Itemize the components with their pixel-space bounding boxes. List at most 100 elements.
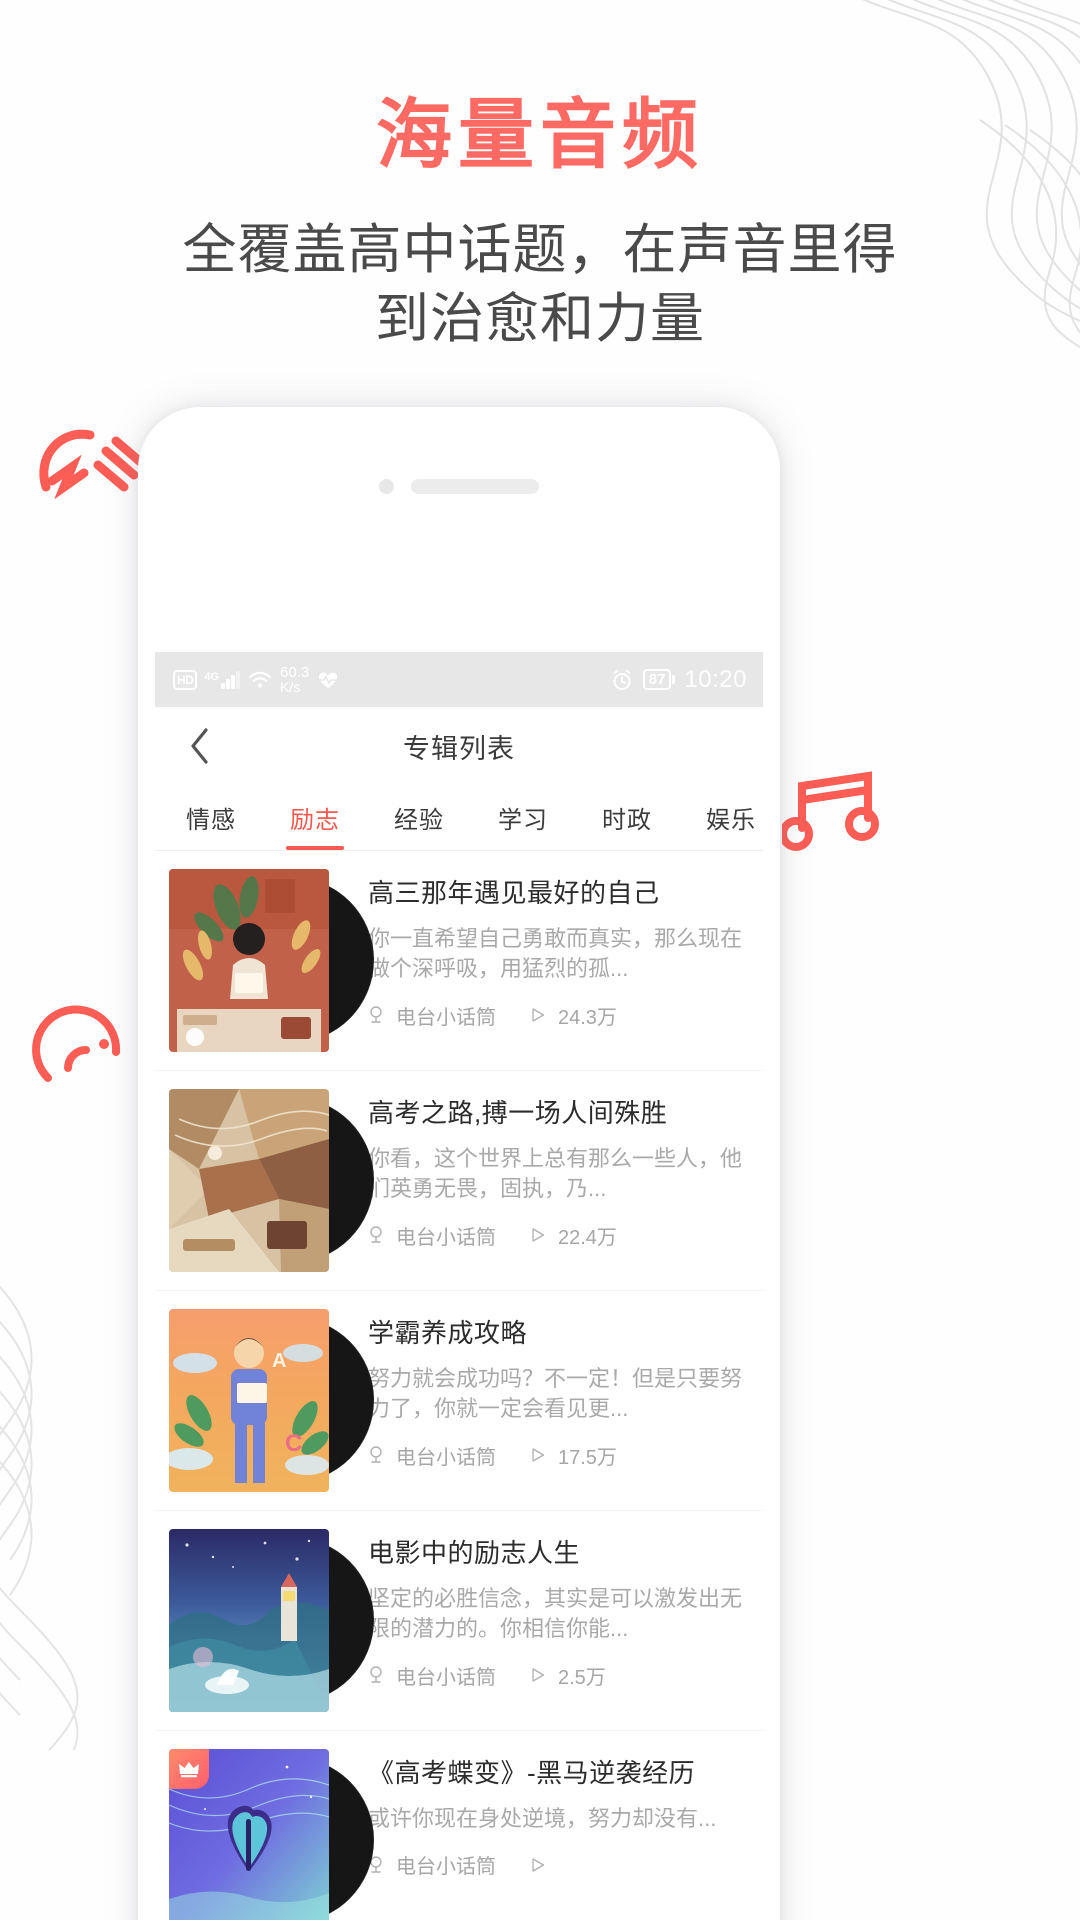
author-name: 电台小话筒 [396,1006,496,1029]
vip-badge [169,1749,209,1789]
alarm-clock-icon [613,669,631,690]
album-cover-wrap [169,1529,374,1712]
play-triangle-icon [532,1448,545,1462]
phone-screen: HD 4G 60.3 K/s 87 10:20 专辑列表 情感 励志 经验 学习… [155,652,763,1920]
album-cover-wrap [169,869,374,1052]
list-item[interactable]: 高三那年遇见最好的自己 你一直希望自己勇敢而真实，那么现在做个深呼吸，用猛烈的孤… [155,851,763,1071]
play-count: 2.5万 [558,1666,606,1689]
tab-qinggan[interactable]: 情感 [159,785,263,850]
album-cover-wrap [169,1749,374,1920]
album-meta: 高三那年遇见最好的自己 你一直希望自己勇敢而真实，那么现在做个深呼吸，用猛烈的孤… [368,869,745,1052]
tab-yule[interactable]: 娱乐 [679,785,763,850]
album-author: 电台小话筒 [368,1661,496,1690]
album-footer: 电台小话筒 24.3万 [368,1001,745,1030]
list-item[interactable]: 高考之路,搏一场人间殊胜 你看，这个世界上总有那么一些人，他们英勇无畏，固执，乃… [155,1071,763,1291]
album-author: 电台小话筒 [368,1441,496,1470]
play-triangle-icon [532,1668,545,1682]
nav-bar: 专辑列表 [155,707,763,785]
cover-art-night-lighthouse-blue [169,1529,329,1712]
cover-art-student-orange-sky: A C [169,1309,329,1492]
album-description: 你看，这个世界上总有那么一些人，他们英勇无畏，固执，乃... [368,1146,743,1202]
album-plays: 17.5万 [530,1441,617,1470]
subtitle-line-2: 到治愈和力量 [375,289,705,350]
cover-art-abstract-brown-collage [169,1089,329,1272]
album-cover-image: A C [169,1309,329,1492]
album-description: 努力就会成功吗？不一定！但是只要努力了，你就一定会看见更... [368,1366,743,1422]
play-triangle-icon [532,1228,545,1242]
battery-tip [672,675,676,684]
front-camera-dot [379,479,394,494]
promo-page: 海量音频 全覆盖高中话题，在声音里得 到治愈和力量 HD 4G 60.3 K/s… [0,0,1080,1920]
album-footer: 电台小话筒 2.5万 [368,1661,745,1690]
category-tabs[interactable]: 情感 励志 经验 学习 时政 娱乐 [155,785,763,851]
list-item[interactable]: 电影中的励志人生 坚定的必胜信念，其实是可以激发出无限的潜力的。你相信你能...… [155,1511,763,1731]
album-author: 电台小话筒 [368,1221,496,1250]
tab-lizhi[interactable]: 励志 [263,785,367,850]
battery-indicator: 87 [642,669,676,690]
microphone-icon [370,1006,382,1023]
nav-title: 专辑列表 [403,733,515,764]
album-author: 电台小话筒 [368,1001,496,1030]
album-title: 高三那年遇见最好的自己 [368,878,660,908]
list-item[interactable]: A C 学霸养成攻略 努力就会成功吗？不一定！但是只要努力了，你就一定会看见更.… [155,1291,763,1511]
microphone-icon [370,1666,382,1683]
status-bar-clock: 10:20 [684,665,747,693]
author-name: 电台小话筒 [396,1226,496,1249]
album-description: 或许你现在身处逆境，努力却没有... [368,1806,717,1831]
play-triangle-icon [532,1858,545,1872]
list-item[interactable]: 《高考蝶变》-黑马逆袭经历 或许你现在身处逆境，努力却没有... 电台小话筒 [155,1731,763,1920]
wifi-icon [248,671,272,687]
tab-label: 娱乐 [706,807,756,834]
album-footer: 电台小话筒 22.4万 [368,1221,745,1250]
chevron-left-icon [191,728,208,764]
earpiece-speaker [411,479,539,494]
album-cover-wrap [169,1089,374,1272]
cover-art-plant-desk-orange [169,869,329,1052]
microphone-icon [370,1446,382,1463]
album-title: 《高考蝶变》-黑马逆袭经历 [368,1758,696,1788]
tab-label: 励志 [290,807,340,834]
album-title: 学霸养成攻略 [368,1318,528,1348]
headphones-icon [39,429,148,500]
album-footer: 电台小话筒 [368,1850,745,1879]
svg-text:C: C [285,1430,302,1457]
subtitle-line-1: 全覆盖高中话题，在声音里得 [182,220,898,280]
album-cover-image [169,869,329,1052]
album-description: 你一直希望自己勇敢而真实，那么现在做个深呼吸，用猛烈的孤... [368,926,743,982]
album-meta: 学霸养成攻略 努力就会成功吗？不一定！但是只要努力了，你就一定会看见更... 电… [368,1309,745,1492]
play-triangle-icon [532,1008,545,1022]
author-name: 电台小话筒 [396,1666,496,1689]
album-author: 电台小话筒 [368,1850,496,1879]
author-name: 电台小话筒 [396,1856,496,1879]
album-meta: 《高考蝶变》-黑马逆袭经历 或许你现在身处逆境，努力却没有... 电台小话筒 [368,1749,745,1920]
net-speed-value: 60.3 [280,663,310,681]
album-cover-image [169,1089,329,1272]
page-title: 海量音频 [376,94,704,178]
microphone-icon [370,1226,382,1243]
vinyl-record-icon [32,1005,121,1082]
album-cover-wrap: A C [169,1309,374,1492]
play-count: 17.5万 [558,1446,617,1469]
album-title: 电影中的励志人生 [368,1538,581,1568]
hd-icon: HD [173,669,198,690]
tab-xuexi[interactable]: 学习 [471,785,575,850]
tab-jingyan[interactable]: 经验 [367,785,471,850]
album-title: 高考之路,搏一场人间殊胜 [368,1098,668,1128]
page-subtitle: 全覆盖高中话题，在声音里得 到治愈和力量 [0,216,1080,354]
album-plays: 24.3万 [530,1001,617,1030]
author-name: 电台小话筒 [396,1446,496,1469]
tab-label: 学习 [498,807,548,834]
battery-level-label: 87 [642,669,672,690]
phone-earpiece [138,479,780,494]
network-speed: 60.3 K/s [280,665,309,695]
status-bar: HD 4G 60.3 K/s 87 10:20 [155,652,763,707]
svg-text:A: A [272,1350,286,1372]
album-meta: 高考之路,搏一场人间殊胜 你看，这个世界上总有那么一些人，他们英勇无畏，固执，乃… [368,1089,745,1272]
network-type-label: 4G [204,670,220,683]
net-speed-unit: K/s [280,678,301,695]
tab-shizheng[interactable]: 时政 [575,785,679,850]
tab-label: 经验 [394,807,444,834]
back-button[interactable] [177,723,223,769]
album-meta: 电影中的励志人生 坚定的必胜信念，其实是可以激发出无限的潜力的。你相信你能...… [368,1529,745,1712]
play-count: 24.3万 [558,1006,617,1029]
